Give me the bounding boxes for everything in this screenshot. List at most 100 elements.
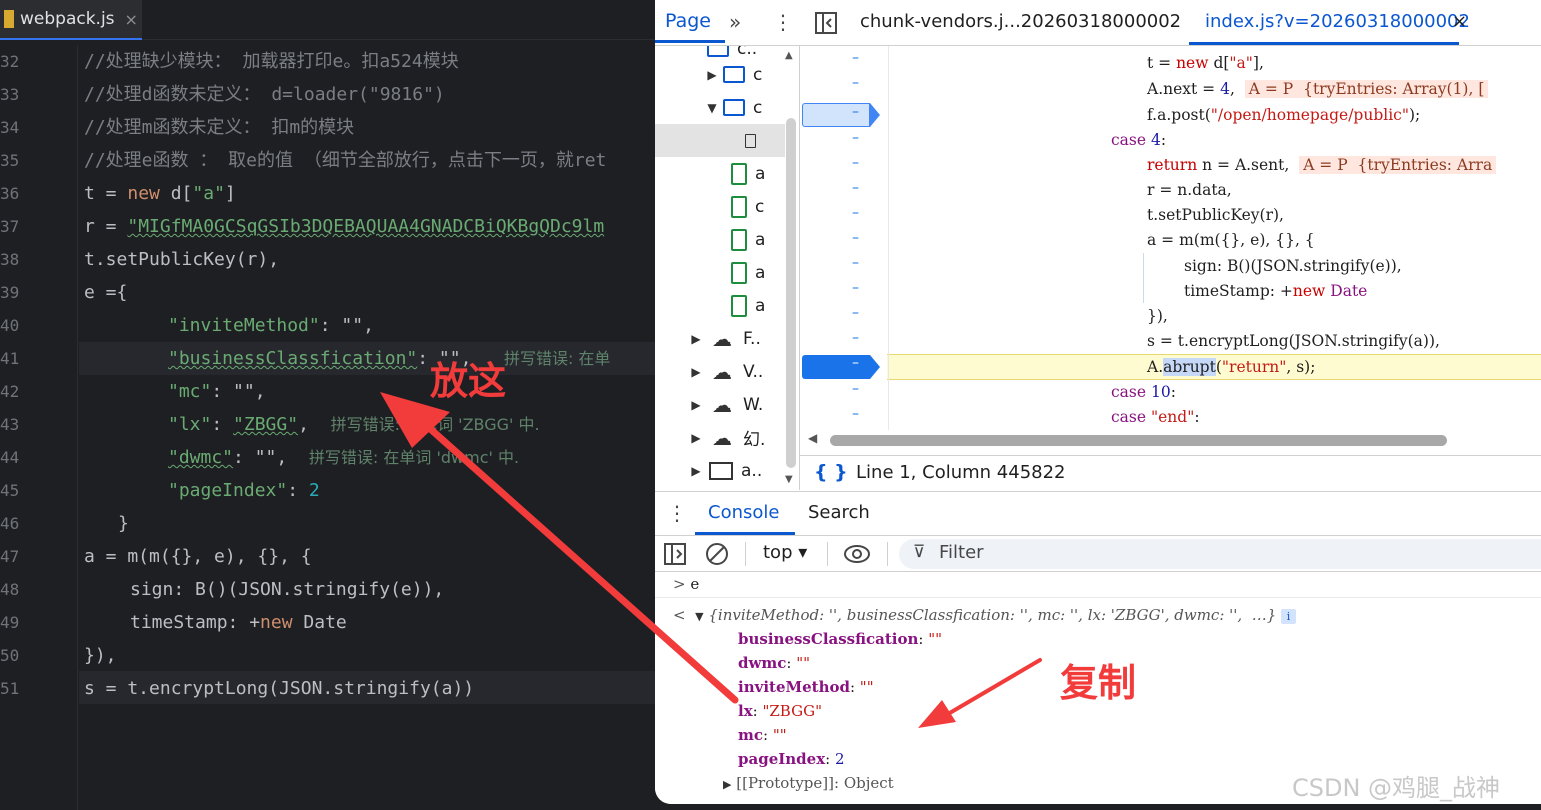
source-line[interactable]: f.a.post("/open/homepage/public"); (1147, 103, 1420, 128)
source-line[interactable]: t.setPublicKey(r), (1147, 203, 1284, 228)
spell-hint: 拼写错误: 在单词 'dwmc' 中. (308, 448, 520, 467)
chevron-down-icon: ▼ (707, 100, 717, 115)
editor-tab-bar: webpack.js × (0, 0, 700, 40)
code-line[interactable]: "dwmc": "", 拼写错误: 在单词 'dwmc' 中. (168, 441, 519, 474)
frame-icon (709, 461, 733, 480)
scroll-up-icon[interactable]: ▲ (785, 50, 793, 61)
line-number: 32 (0, 52, 20, 71)
filter-input[interactable]: ⊽ Filter (899, 539, 1541, 569)
nav-item-origin[interactable]: ▶ ☁ V.. (655, 355, 785, 388)
clear-console-icon[interactable] (705, 542, 729, 566)
code-line[interactable]: "mc": "", (168, 375, 266, 408)
object-property[interactable]: dwmc: "" (738, 651, 810, 675)
code-line[interactable]: } (118, 507, 129, 540)
source-line[interactable]: timeStamp: +new Date (1184, 279, 1367, 304)
code-line[interactable]: "businessClassfication": "", 拼写错误: 在单 (168, 342, 610, 375)
nav-item-file-selected[interactable] (655, 124, 785, 157)
nav-item-file[interactable]: a (655, 223, 785, 256)
source-line[interactable]: a = m(m({}, e), {}, { (1147, 228, 1315, 253)
pretty-print-icon[interactable]: { } (814, 461, 848, 483)
line-number: 46 (0, 514, 20, 533)
object-property[interactable]: mc: "" (738, 723, 787, 747)
code-line[interactable]: s = t.encryptLong(JSON.stringify(a)) (84, 672, 474, 705)
chevron-right-icon: ▶ (691, 463, 701, 478)
sidebar-toggle-icon[interactable] (664, 543, 686, 565)
nav-item-frame[interactable]: ▶ a.. (655, 454, 785, 487)
source-line[interactable]: r = n.data, (1147, 178, 1232, 203)
source-line[interactable]: sign: B()(JSON.stringify(e)), (1184, 254, 1402, 279)
scroll-down-icon[interactable]: ▼ (785, 474, 793, 485)
nav-item-folder[interactable]: ▼ c (655, 91, 785, 124)
source-line[interactable]: t = new d["a"], (1147, 51, 1264, 76)
object-prototype[interactable]: ▶ [[Prototype]]: Object (723, 771, 894, 795)
source-line[interactable]: case 10: (1111, 380, 1176, 405)
code-line[interactable]: r = "MIGfMA0GCSqGSIb3DQEBAQUAA4GNADCBiQK… (84, 210, 604, 243)
tab-search[interactable]: Search (808, 502, 870, 523)
nav-item-origin[interactable]: ▶ ☁ W. (655, 388, 785, 421)
code-line[interactable]: sign: B()(JSON.stringify(e)), (130, 573, 444, 606)
code-line[interactable]: "pageIndex": 2 (168, 474, 320, 507)
more-menu-icon[interactable]: ⋮ (773, 10, 793, 34)
source-status-bar: { } Line 1, Column 445822 (800, 455, 1541, 491)
scroll-left-icon[interactable]: ◀ (808, 431, 817, 445)
file-navigator: ▲ c.. ▶ c ▼ c a c a a a ▶ ☁ F.. ▶ ☁ V.. ▶ ☁ W. ▶… (655, 46, 800, 490)
code-line[interactable]: t = new d["a"] (84, 177, 236, 210)
object-property[interactable]: inviteMethod: "" (738, 675, 874, 699)
code-line[interactable]: //处理m函数未定义： 扣m的模块 (84, 111, 354, 144)
filter-placeholder: Filter (939, 542, 984, 563)
cloud-icon: ☁ (712, 392, 732, 417)
live-expression-eye-icon[interactable] (843, 543, 871, 565)
nav-item-folder[interactable]: ▶ c (655, 58, 785, 91)
file-tab-chunk-vendors[interactable]: chunk-vendors.j...20260318000002 (860, 11, 1181, 32)
annotation-put-here: 放这 (430, 359, 507, 403)
nav-item-origin[interactable]: ▶ ☁ F.. (655, 322, 785, 355)
console-result-summary[interactable]: < ▼ {inviteMethod: '', businessClassfica… (673, 603, 1297, 627)
chevron-right-icon: ▶ (691, 364, 701, 379)
code-line[interactable]: }), (84, 639, 117, 672)
nav-item-file[interactable]: a (655, 256, 785, 289)
console-input-line[interactable]: > e (673, 572, 699, 596)
script-file-icon (731, 294, 747, 317)
source-line[interactable]: s = t.encryptLong(JSON.stringify(a)), (1147, 329, 1440, 354)
code-line[interactable]: //处理d函数未定义： d=loader("9816") (84, 78, 445, 111)
code-line[interactable]: timeStamp: +new Date (130, 606, 347, 639)
source-line-paused[interactable]: A.abrupt("return", s); (1147, 355, 1315, 380)
code-line[interactable]: //处理缺少模块： 加载器打印e。扣a524模块 (84, 45, 459, 78)
source-line[interactable]: A.next = 4, A = P {tryEntries: Array(1),… (1147, 77, 1489, 102)
code-line[interactable]: e ={ (84, 276, 127, 309)
close-icon[interactable]: × (125, 10, 138, 29)
close-icon[interactable]: × (1452, 11, 1467, 32)
line-number: 39 (0, 283, 20, 302)
source-line[interactable]: case 4: (1111, 128, 1166, 153)
code-line[interactable]: t.setPublicKey(r), (84, 243, 279, 276)
code-line[interactable]: //处理e函数 ： 取e的值 （细节全部放行，点击下一页，就ret (84, 144, 606, 177)
tab-page[interactable]: Page (665, 10, 711, 32)
tab-console[interactable]: Console (708, 502, 779, 523)
object-property[interactable]: pageIndex: 2 (738, 747, 845, 771)
source-line[interactable]: return n = A.sent, A = P {tryEntries: Ar… (1147, 153, 1497, 178)
code-line[interactable]: a = m(m({}, e), {}, { (84, 540, 312, 573)
navigator-scrollbar[interactable] (786, 118, 796, 468)
source-line[interactable]: }), (1147, 304, 1168, 329)
context-selector[interactable]: top ▾ (763, 542, 807, 563)
object-property[interactable]: businessClassfication: "" (738, 627, 942, 651)
file-tab-index-js[interactable]: index.js?v=20260318000002 (1205, 11, 1470, 32)
nav-item-file[interactable]: a (655, 289, 785, 322)
folder-icon (707, 46, 729, 57)
drawer-menu-icon[interactable]: ⋮ (667, 501, 687, 525)
nav-item-file[interactable]: a (655, 157, 785, 190)
code-line[interactable]: "lx": "ZBGG", 拼写错误: 在单词 'ZBGG' 中. (168, 408, 540, 441)
editor-tab-webpack-js[interactable]: webpack.js × (0, 0, 142, 40)
source-hscrollbar[interactable] (830, 435, 1447, 446)
chevron-right-icon: ▶ (691, 430, 701, 445)
nav-item-origin[interactable]: ▶ ☁ 幻. (655, 421, 785, 454)
source-line[interactable]: case "end": (1111, 405, 1200, 430)
code-line[interactable]: "inviteMethod": "", (168, 309, 374, 342)
chevron-right-icon: ▶ (691, 331, 701, 346)
nav-item-file[interactable]: c (655, 190, 785, 223)
cloud-icon: ☁ (712, 425, 732, 450)
toggle-navigator-icon[interactable] (815, 12, 837, 34)
object-property[interactable]: lx: "ZBGG" (738, 699, 822, 723)
more-tabs-icon[interactable]: » (729, 10, 741, 34)
js-file-icon (4, 10, 14, 28)
